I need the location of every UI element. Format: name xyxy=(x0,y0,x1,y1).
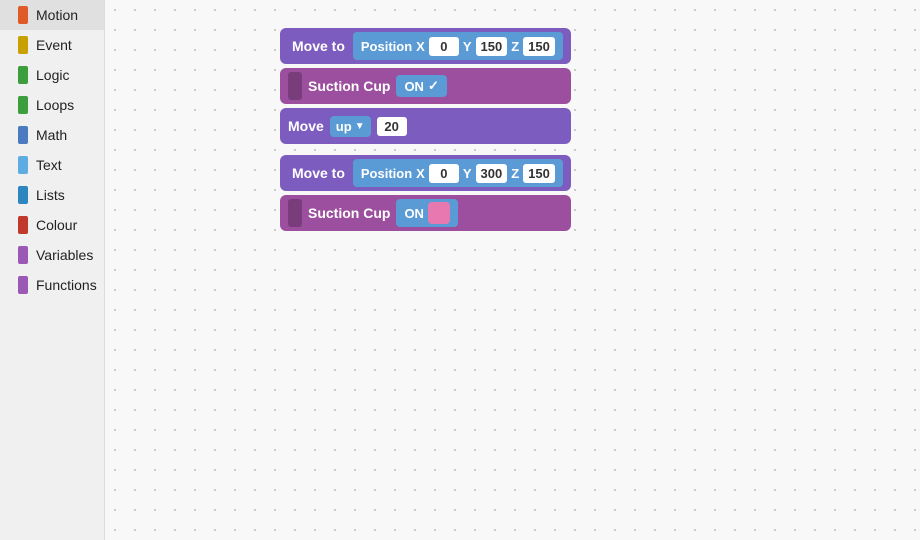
z-value-2[interactable]: 150 xyxy=(523,164,555,183)
sidebar-label-functions: Functions xyxy=(36,277,97,293)
position-box-2: Position X 0 Y 300 Z 150 xyxy=(353,159,563,187)
y-value-1[interactable]: 150 xyxy=(476,37,508,56)
on-badge-1: ON ✓ xyxy=(396,75,446,97)
suction-label-1: Suction Cup xyxy=(308,78,390,94)
x-value-1[interactable]: 0 xyxy=(429,37,459,56)
move-label-1: Move xyxy=(288,118,324,134)
z-label-2: Z xyxy=(511,166,519,181)
z-label-1: Z xyxy=(511,39,519,54)
lists-color xyxy=(18,186,28,204)
block-suction-2[interactable]: Suction Cup ON xyxy=(280,195,571,231)
loops-color xyxy=(18,96,28,114)
text-color xyxy=(18,156,28,174)
moveto-label-2: Move to xyxy=(288,165,349,181)
block-suction-1[interactable]: Suction Cup ON ✓ xyxy=(280,68,571,104)
direction-dropdown-1[interactable]: up ▼ xyxy=(330,116,371,137)
sidebar-item-lists[interactable]: Lists xyxy=(0,180,104,210)
checkmark-1: ✓ xyxy=(428,78,439,94)
sidebar-label-text: Text xyxy=(36,157,62,173)
move-value-1[interactable]: 20 xyxy=(377,117,407,136)
block-group-1: Move to Position X 0 Y 150 Z 150 Suction… xyxy=(280,28,571,148)
y-value-2[interactable]: 300 xyxy=(476,164,508,183)
sidebar-item-math[interactable]: Math xyxy=(0,120,104,150)
dropdown-arrow-1: ▼ xyxy=(355,121,365,132)
sidebar-item-variables[interactable]: Variables xyxy=(0,240,104,270)
sidebar-label-math: Math xyxy=(36,127,67,143)
y-label-2: Y xyxy=(463,166,472,181)
block-moveto-1[interactable]: Move to Position X 0 Y 150 Z 150 xyxy=(280,28,571,64)
sidebar-item-colour[interactable]: Colour xyxy=(0,210,104,240)
z-value-1[interactable]: 150 xyxy=(523,37,555,56)
position-label-1: Position xyxy=(361,39,412,54)
math-color xyxy=(18,126,28,144)
sidebar-item-functions[interactable]: Functions xyxy=(0,270,104,300)
sidebar-label-event: Event xyxy=(36,37,72,53)
sidebar-item-text[interactable]: Text xyxy=(0,150,104,180)
colour-color xyxy=(18,216,28,234)
x-value-2[interactable]: 0 xyxy=(429,164,459,183)
x-label-2: X xyxy=(416,166,425,181)
block-group-2: Move to Position X 0 Y 300 Z 150 Suction… xyxy=(280,155,571,235)
block-move-1[interactable]: Move up ▼ 20 xyxy=(280,108,571,144)
logic-color xyxy=(18,66,28,84)
position-box-1: Position X 0 Y 150 Z 150 xyxy=(353,32,563,60)
y-label-1: Y xyxy=(463,39,472,54)
position-label-2: Position xyxy=(361,166,412,181)
suction-connector-1 xyxy=(288,72,302,100)
suction-connector-2 xyxy=(288,199,302,227)
sidebar: Motion Event Logic Loops Math Text Lists… xyxy=(0,0,105,540)
sidebar-item-motion[interactable]: Motion xyxy=(0,0,104,30)
direction-value-1: up xyxy=(336,119,352,134)
toggle-pink-1[interactable] xyxy=(428,202,450,224)
sidebar-item-logic[interactable]: Logic xyxy=(0,60,104,90)
moveto-label-1: Move to xyxy=(288,38,349,54)
sidebar-label-colour: Colour xyxy=(36,217,77,233)
block-moveto-2[interactable]: Move to Position X 0 Y 300 Z 150 xyxy=(280,155,571,191)
sidebar-label-logic: Logic xyxy=(36,67,69,83)
motion-color xyxy=(18,6,28,24)
functions-color xyxy=(18,276,28,294)
sidebar-item-loops[interactable]: Loops xyxy=(0,90,104,120)
x-label-1: X xyxy=(416,39,425,54)
sidebar-label-lists: Lists xyxy=(36,187,65,203)
sidebar-item-event[interactable]: Event xyxy=(0,30,104,60)
on-text-2: ON xyxy=(404,206,424,221)
sidebar-label-loops: Loops xyxy=(36,97,74,113)
sidebar-label-motion: Motion xyxy=(36,7,78,23)
sidebar-label-variables: Variables xyxy=(36,247,93,263)
variables-color xyxy=(18,246,28,264)
on-text-1: ON xyxy=(404,79,424,94)
event-color xyxy=(18,36,28,54)
suction-label-2: Suction Cup xyxy=(308,205,390,221)
on-badge-2: ON xyxy=(396,199,458,227)
canvas: Move to Position X 0 Y 150 Z 150 Suction… xyxy=(105,0,920,540)
